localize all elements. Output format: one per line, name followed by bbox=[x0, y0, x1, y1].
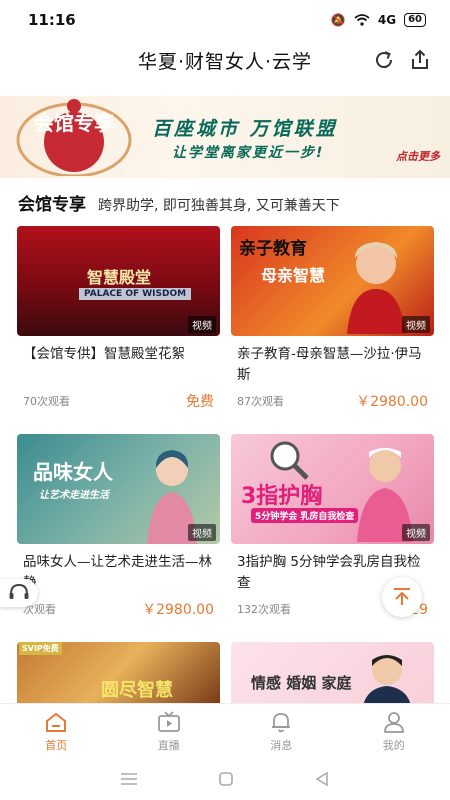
course-thumbnail[interactable]: 3指护胸 5分钟学会 乳房自我检查 视频 bbox=[231, 434, 434, 544]
status-time: 11:16 bbox=[28, 11, 76, 29]
speaker-portrait bbox=[363, 655, 411, 703]
course-thumbnail[interactable]: 品味女人 让艺术走进生活 视频 bbox=[17, 434, 220, 544]
banner-more-link[interactable]: 点击更多 bbox=[396, 148, 440, 164]
live-tv-icon bbox=[157, 711, 180, 732]
thumbnail-title: 3指护胸 bbox=[241, 484, 323, 509]
course-thumbnail[interactable]: 情感 婚姻 家庭 bbox=[231, 642, 434, 703]
status-icons: 🔕 4G 60 bbox=[331, 13, 426, 27]
course-title: 【会馆专供】智慧殿堂花絮 bbox=[23, 346, 185, 362]
thumbnail-subtitle: PALACE OF WISDOM bbox=[79, 288, 192, 300]
tab-label: 首页 bbox=[45, 739, 68, 752]
course-card[interactable]: 情感 婚姻 家庭 bbox=[231, 642, 434, 703]
course-card[interactable]: 品味女人 让艺术走进生活 视频 品味女人—让艺术走进生活—林静 次观看 ￥298… bbox=[17, 434, 220, 619]
menu-icon[interactable] bbox=[120, 772, 138, 786]
magnifier-icon bbox=[270, 441, 309, 480]
thumbnail-title: 情感 婚姻 家庭 bbox=[251, 674, 352, 692]
course-price: ￥2980.00 bbox=[142, 602, 214, 618]
thumbnail-title: 亲子教育 bbox=[239, 239, 307, 259]
battery-icon: 60 bbox=[404, 13, 426, 27]
home-icon bbox=[46, 712, 67, 732]
banner-slogan-2: 让学堂离家更近一步! bbox=[172, 145, 325, 161]
video-tag: 视频 bbox=[188, 316, 216, 333]
speaker-portrait bbox=[347, 242, 405, 334]
user-icon bbox=[383, 712, 404, 733]
tab-live[interactable]: 直播 bbox=[113, 704, 226, 758]
customer-service-button[interactable] bbox=[0, 579, 38, 607]
promo-banner[interactable]: 会馆专享 百座城市 万馆联盟 让学堂离家更近一步! 点击更多 bbox=[0, 96, 450, 178]
wifi-icon bbox=[354, 14, 370, 26]
headset-icon bbox=[9, 583, 29, 599]
tab-profile[interactable]: 我的 bbox=[338, 704, 450, 758]
section-title: 会馆专享 bbox=[18, 195, 86, 215]
course-price: 免费 bbox=[186, 394, 214, 410]
course-meta: 次观看 ￥2980.00 bbox=[17, 599, 220, 619]
thumbnail-subtitle: 母亲智慧 bbox=[261, 266, 326, 285]
bell-icon bbox=[272, 713, 291, 733]
banner-slogan-1: 百座城市 万馆联盟 bbox=[152, 118, 338, 140]
thumbnail-subtitle: 5分钟学会 乳房自我检查 bbox=[251, 508, 359, 523]
course-card[interactable]: 智慧殿堂 PALACE OF WISDOM 视频 【会馆专供】智慧殿堂花絮 70… bbox=[17, 226, 220, 411]
banner-badge-text: 会馆专享 bbox=[34, 111, 114, 135]
course-thumbnail[interactable]: 亲子教育 母亲智慧 视频 bbox=[231, 226, 434, 336]
home-nav-icon[interactable] bbox=[218, 771, 234, 787]
back-to-top-button[interactable] bbox=[382, 577, 422, 617]
thumbnail-title: 智慧殿堂 bbox=[87, 268, 152, 287]
tab-label: 消息 bbox=[270, 739, 293, 752]
mute-icon: 🔕 bbox=[330, 13, 346, 27]
tab-messages[interactable]: 消息 bbox=[225, 704, 338, 758]
course-thumbnail[interactable]: 智慧殿堂 PALACE OF WISDOM 视频 bbox=[17, 226, 220, 336]
tab-label: 我的 bbox=[382, 739, 405, 752]
back-icon[interactable] bbox=[314, 771, 330, 787]
arrow-up-icon bbox=[394, 588, 410, 605]
share-icon[interactable] bbox=[408, 48, 432, 72]
app-header: 华夏·财智女人·云学 bbox=[0, 40, 450, 80]
course-meta: 70次观看 免费 bbox=[17, 391, 220, 411]
section-header: 会馆专享 跨界助学, 即可独善其身, 又可兼善天下 bbox=[18, 190, 340, 216]
thumbnail-subtitle: 让艺术走进生活 bbox=[39, 490, 109, 501]
thumbnail-title: 圆尽智慧 bbox=[101, 680, 173, 701]
tab-label: 直播 bbox=[157, 739, 180, 752]
view-count: 70次观看 bbox=[23, 395, 70, 408]
course-card[interactable]: 亲子教育 母亲智慧 视频 亲子教育-母亲智慧—沙拉·伊马斯 87次观看 ￥298… bbox=[231, 226, 434, 411]
bottom-tab-bar: 首页 直播 消息 我的 bbox=[0, 703, 450, 758]
status-bar: 11:16 🔕 4G 60 bbox=[0, 0, 450, 40]
section-subtitle: 跨界助学, 即可独善其身, 又可兼善天下 bbox=[98, 198, 340, 214]
video-tag: 视频 bbox=[402, 524, 430, 541]
system-nav-bar bbox=[0, 758, 450, 800]
thumbnail-title: 品味女人 bbox=[33, 460, 113, 484]
tab-home[interactable]: 首页 bbox=[0, 704, 113, 758]
view-count: 132次观看 bbox=[237, 603, 291, 616]
signal-icon: 4G bbox=[377, 13, 397, 27]
refresh-icon[interactable] bbox=[372, 48, 396, 72]
page-title: 华夏·财智女人·云学 bbox=[137, 50, 313, 73]
course-card[interactable]: SVIP免费 圆尽智慧 bbox=[17, 642, 220, 703]
video-tag: 视频 bbox=[188, 524, 216, 541]
course-title: 品味女人—让艺术走进生活—林静 bbox=[23, 554, 212, 591]
course-price: ￥2980.00 bbox=[356, 394, 428, 410]
course-title: 亲子教育-母亲智慧—沙拉·伊马斯 bbox=[237, 346, 422, 383]
video-tag: 视频 bbox=[402, 316, 430, 333]
course-thumbnail[interactable]: SVIP免费 圆尽智慧 bbox=[17, 642, 220, 703]
svip-badge: SVIP免费 bbox=[19, 642, 62, 655]
banner-badge-icon bbox=[16, 99, 132, 176]
view-count: 87次观看 bbox=[237, 395, 284, 408]
course-meta: 87次观看 ￥2980.00 bbox=[231, 391, 434, 411]
